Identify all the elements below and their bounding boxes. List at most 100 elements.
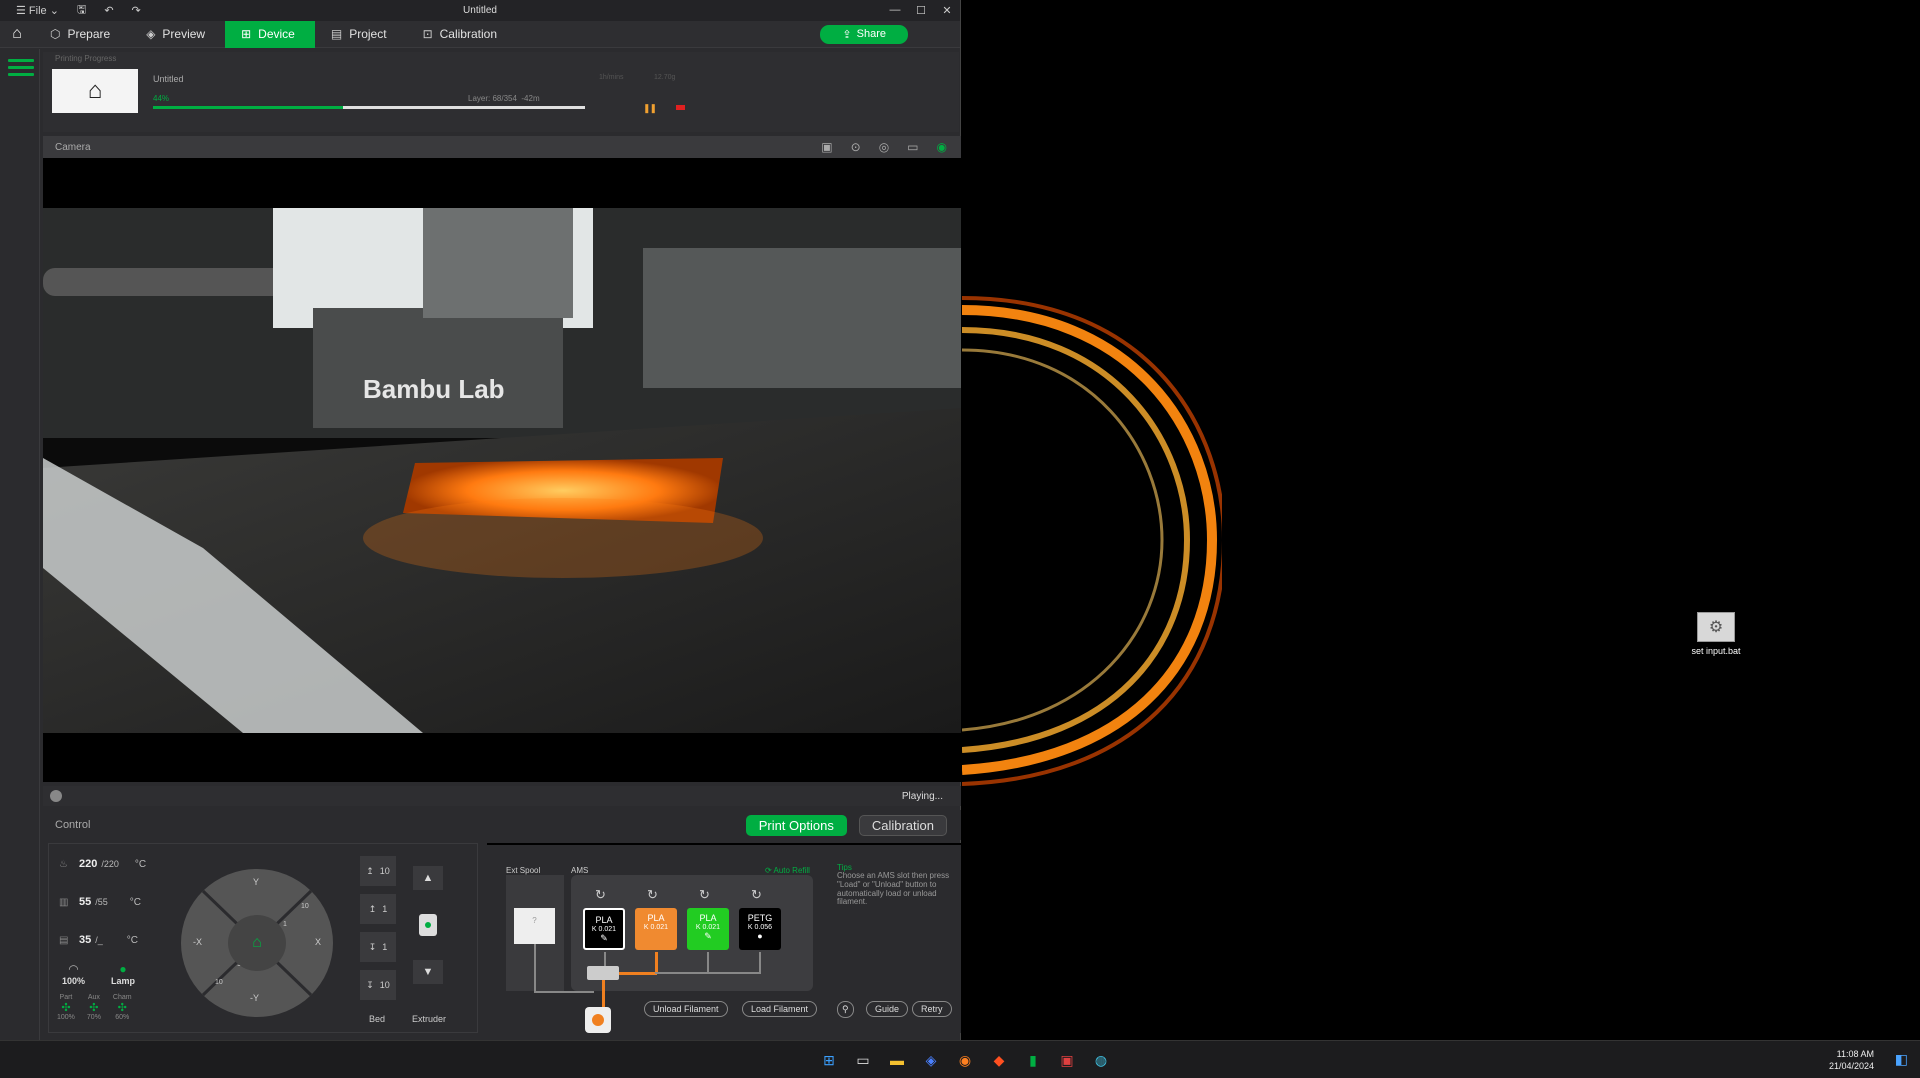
step-label: 1 (382, 942, 388, 952)
fan-aux[interactable]: Aux ✣ 70% (87, 994, 101, 1021)
refresh-icon[interactable]: ↻ (647, 887, 658, 903)
start-icon[interactable]: ⊞ (818, 1049, 840, 1071)
tab-device[interactable]: ⊞ Device (225, 20, 315, 48)
slot-type: PLA (699, 913, 717, 923)
extrude-down-button[interactable]: ▼ (413, 960, 443, 984)
fan-part[interactable]: Part ✣ 100% (57, 994, 75, 1021)
fan-chamber[interactable]: Cham ✣ 60% (113, 994, 132, 1021)
app-icon[interactable]: ▣ (1056, 1049, 1078, 1071)
auto-refill-label: Auto Refill (773, 866, 810, 875)
filament-path (707, 952, 709, 974)
retry-button[interactable]: Retry (912, 1001, 952, 1017)
tab-project[interactable]: ▤ Project (315, 21, 407, 48)
clock-date: 21/04/2024 (1828, 1060, 1874, 1071)
bambu-studio-icon[interactable]: ▮ (1022, 1049, 1044, 1071)
tab-calibration[interactable]: ⊡ Calibration (407, 21, 517, 48)
snapshot-icon[interactable]: ◎ (879, 140, 889, 154)
bed-temp[interactable]: ▥ 55 /55 °C (59, 896, 141, 908)
nozzle-temp-value: 220 (79, 858, 98, 870)
tab-label: Project (349, 27, 387, 41)
brave-icon[interactable]: ◆ (988, 1049, 1010, 1071)
step-label: 10 (379, 866, 390, 876)
camera-frame-image: Bambu Lab (43, 208, 961, 733)
svg-text:Bambu Lab: Bambu Lab (363, 374, 505, 404)
jog-x-minus[interactable]: -X (193, 937, 202, 947)
shield-icon[interactable]: ◈ (920, 1049, 942, 1071)
camera-status-bar: Playing... (43, 786, 961, 806)
ams-slot-2[interactable]: PLA K 0.021 (635, 908, 677, 950)
triangle-down-icon: ▼ (422, 966, 434, 978)
fan-icon: ✣ (117, 1002, 127, 1014)
lamp-toggle[interactable]: ● Lamp (111, 962, 135, 986)
calibration-button[interactable]: Calibration (858, 814, 947, 836)
jog-step-10[interactable]: 10 (301, 903, 309, 910)
firefox-icon[interactable]: ◉ (954, 1049, 976, 1071)
taskbar: ⊞ ▭ ▬ ◈ ◉ ◆ ▮ ▣ ◍ 11:08 AM 21/04/2024 ◧ (0, 1040, 1920, 1078)
ams-slot-4[interactable]: PETG K 0.056 ● (739, 908, 781, 950)
fan-label: Cham (112, 994, 132, 1001)
refresh-icon[interactable]: ↻ (699, 887, 710, 903)
home-icon[interactable]: ⌂ (0, 25, 34, 43)
stop-button[interactable] (676, 105, 685, 110)
share-button[interactable]: ⇪ Share (820, 24, 908, 44)
guide-button[interactable]: Guide (866, 1001, 909, 1017)
ext-spool-unknown: ? (532, 916, 537, 925)
tab-prepare[interactable]: ⬡ Prepare (34, 21, 130, 48)
browser-icon[interactable]: ◍ (1090, 1049, 1112, 1071)
control-header: Control Print Options Calibration (43, 810, 961, 840)
timelapse-icon[interactable]: ⊙ (851, 140, 861, 154)
auto-refill-toggle[interactable]: ⟳ Auto Refill (765, 866, 810, 875)
filament-path (604, 952, 606, 966)
sd-card-icon[interactable]: ▣ (821, 140, 832, 154)
refresh-icon[interactable]: ↻ (595, 887, 606, 903)
load-filament-button[interactable]: Load Filament (742, 1001, 818, 1017)
ext-spool-slot[interactable]: ? (514, 908, 555, 944)
filament-path (534, 991, 594, 993)
print-options-button[interactable]: Print Options (745, 814, 847, 836)
refresh-icon[interactable]: ↻ (751, 887, 762, 903)
bed-down-10-button[interactable]: ↧ 10 (360, 970, 396, 1000)
ams-settings-icon[interactable]: ⚲ (837, 1001, 854, 1018)
bed-up-1-button[interactable]: ↥ 1 (360, 894, 396, 924)
device-list-icon[interactable] (8, 59, 34, 76)
jog-step-10[interactable]: 10 (215, 979, 223, 986)
ams-slot-3[interactable]: PLA K 0.021 ✎ (687, 908, 729, 950)
filament-path-active (602, 980, 605, 1008)
jog-x-plus[interactable]: X (315, 937, 321, 947)
speed-control[interactable]: ◠ 100% (62, 962, 85, 986)
printing-progress-panel: Printing Progress ⌂ Untitled 44% Layer: … (43, 52, 959, 132)
close-button[interactable]: ✕ (934, 4, 960, 17)
maximize-button[interactable]: ☐ (908, 4, 934, 17)
pause-button[interactable]: ❚❚ (643, 103, 657, 114)
jog-step-1[interactable]: 1 (283, 921, 287, 928)
device-icon: ⊞ (241, 27, 252, 41)
jog-y-minus[interactable]: -Y (250, 993, 259, 1003)
save-icon[interactable]: 🖫 (71, 1, 92, 20)
home-axes-button[interactable]: ⌂ (228, 915, 286, 971)
file-menu[interactable]: ☰ File ⌄ (10, 4, 65, 17)
bed-up-10-button[interactable]: ↥ 10 (360, 856, 396, 886)
live-view-icon[interactable]: ◉ (937, 140, 947, 154)
redo-icon[interactable]: ↷ (126, 4, 147, 17)
progress-bar (153, 106, 585, 109)
play-icon[interactable] (50, 790, 62, 802)
extruder-label: Extruder (412, 1014, 447, 1024)
xy-jog-control[interactable]: Y -Y -X X 10 1 10 1 ⌂ (181, 869, 333, 1017)
terminal-icon[interactable]: ▭ (852, 1049, 874, 1071)
progress-percent: 44% (153, 94, 170, 103)
folder-icon[interactable]: ▬ (886, 1049, 908, 1071)
notification-icon[interactable]: ◧ (1895, 1051, 1908, 1068)
record-icon[interactable]: ▭ (907, 140, 918, 154)
undo-icon[interactable]: ↶ (98, 4, 119, 17)
jog-y-plus[interactable]: Y (253, 877, 259, 887)
bed-down-1-button[interactable]: ↧ 1 (360, 932, 396, 962)
unload-filament-button[interactable]: Unload Filament (644, 1001, 728, 1017)
desktop-file-icon[interactable]: ⚙ set input.bat (1672, 612, 1760, 656)
tab-preview[interactable]: ◈ Preview (130, 21, 225, 48)
extrude-up-button[interactable]: ▲ (413, 866, 443, 890)
ams-slot-1[interactable]: PLA K 0.021 ✎ (583, 908, 625, 950)
minimize-button[interactable]: — (882, 4, 908, 17)
nozzle-temp[interactable]: ♨ 220 /220 °C (59, 858, 146, 870)
system-clock[interactable]: 11:08 AM 21/04/2024 (1829, 1049, 1874, 1072)
filament-path (655, 972, 761, 974)
